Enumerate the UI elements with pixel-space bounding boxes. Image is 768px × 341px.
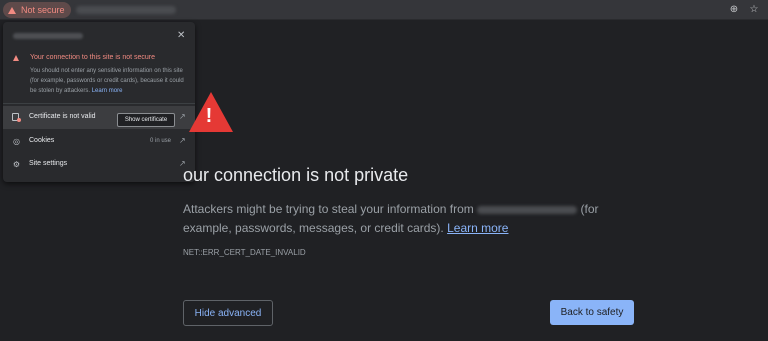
site-info-popup: ✕ Your connection to this site is not se… (3, 22, 195, 182)
external-link-icon[interactable]: ↗ (179, 136, 186, 145)
redacted-host (477, 205, 578, 214)
address-bar: Not secure ⊕ ☆ (0, 0, 768, 20)
zoom-icon[interactable]: ⊕ (728, 4, 740, 16)
security-chip-label: Not secure (21, 5, 65, 15)
error-code: NET::ERR_CERT_DATE_INVALID (183, 248, 306, 257)
cookies-count: 0 in use (150, 138, 172, 144)
back-to-safety-button[interactable]: Back to safety (550, 300, 634, 325)
divider (3, 103, 195, 104)
warning-body: Attackers might be trying to steal your … (183, 200, 633, 238)
external-link-icon[interactable]: ↗ (179, 112, 186, 121)
certificate-icon (12, 113, 21, 122)
security-chip[interactable]: Not secure (3, 2, 71, 18)
body-prefix: Attackers might be trying to steal your … (183, 202, 474, 216)
learn-more-link[interactable]: Learn more (92, 88, 123, 94)
row-cookies-label: Cookies (29, 137, 55, 144)
row-certificate-label: Certificate is not valid (29, 113, 96, 120)
cookie-icon: ◎ (13, 137, 20, 146)
star-icon[interactable]: ☆ (748, 4, 760, 16)
connection-warning-title: Your connection to this site is not secu… (30, 54, 156, 61)
row-site-settings[interactable]: ⚙ Site settings ↗ (3, 153, 195, 176)
gear-icon: ⚙ (12, 160, 21, 169)
url-field[interactable] (76, 6, 176, 14)
hide-advanced-button[interactable]: Hide advanced (183, 300, 273, 326)
close-icon[interactable]: ✕ (177, 30, 185, 41)
warning-triangle-icon (8, 6, 16, 14)
connection-warning-description: You should not enter any sensitive infor… (30, 66, 192, 96)
row-site-settings-label: Site settings (29, 160, 68, 167)
show-certificate-tooltip: Show certificate (117, 113, 175, 127)
popup-host-name (13, 33, 83, 39)
page-title: our connection is not private (183, 165, 409, 185)
learn-more-link[interactable]: Learn more (447, 221, 508, 235)
warning-triangle-icon (13, 55, 19, 61)
row-cookies[interactable]: ◎ Cookies 0 in use ↗ (3, 130, 195, 153)
exclamation-mark: ! (205, 105, 213, 127)
